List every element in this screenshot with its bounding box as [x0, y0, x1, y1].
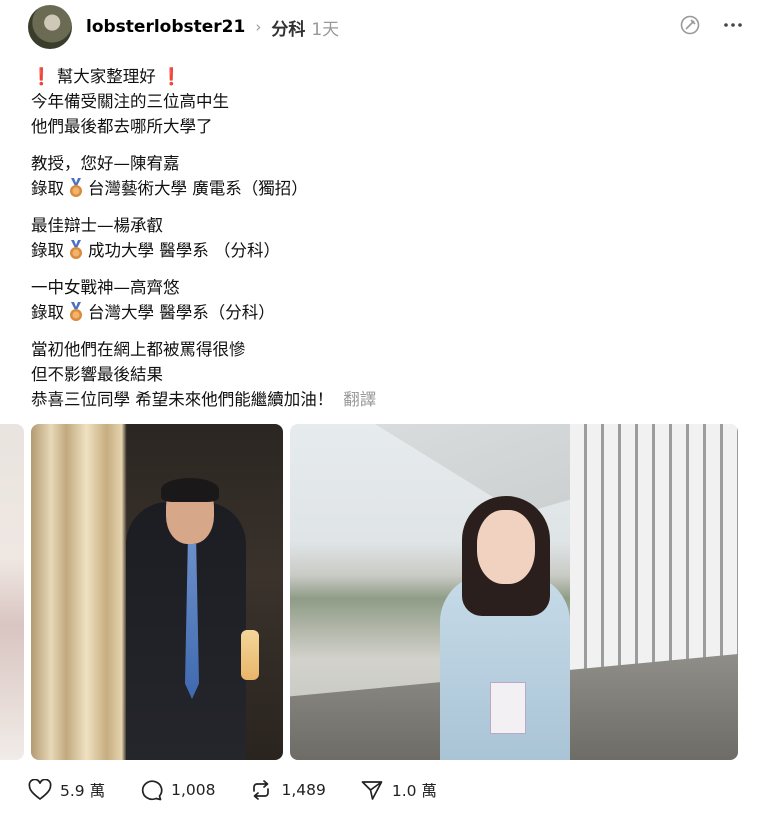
like-button[interactable]: 5.9 萬 [28, 779, 105, 801]
entry: 最佳辯士—楊承叡 錄取 成功大學 醫學系 （分科） [31, 213, 731, 263]
photo-figure [161, 478, 219, 502]
image-carousel[interactable] [0, 424, 765, 760]
entry-prefix: 錄取 [31, 241, 64, 260]
translate-link[interactable]: 翻譯 [343, 390, 376, 409]
share-button[interactable]: 1.0 萬 [360, 779, 437, 801]
share-count: 1.0 萬 [391, 782, 437, 800]
carousel-image-corridor[interactable] [290, 424, 738, 760]
chevron-right-icon: › [255, 18, 262, 36]
comment-count: 1,008 [171, 781, 216, 799]
intro-line: 今年備受關注的三位高中生 [31, 92, 229, 111]
closing-line: 當初他們在網上都被罵得很慘 [31, 340, 246, 359]
entry: 一中女戰神—高齊悠 錄取 台灣大學 醫學系（分科） [31, 275, 731, 325]
more-icon[interactable] [723, 22, 743, 28]
post-text: ❗ 幫大家整理好 ❗ 今年備受關注的三位高中生 他們最後都去哪所大學了 教授，您… [31, 64, 731, 424]
title-text: 幫大家整理好 [56, 67, 156, 86]
entry-detail: 錄取 成功大學 醫學系 （分科） [31, 238, 731, 263]
exclamation-icon: ❗ [31, 67, 52, 86]
action-bar: 5.9 萬 1,008 1,489 1.0 萬 [28, 776, 471, 804]
repost-count: 1,489 [281, 781, 326, 799]
entry-title: 一中女戰神—高齊悠 [31, 278, 180, 297]
entry-prefix: 錄取 [31, 179, 64, 198]
photo-figure [477, 510, 535, 584]
send-icon [361, 781, 383, 800]
photo-badge [490, 682, 526, 734]
carousel-image-previous[interactable] [0, 424, 24, 760]
closing-text: 恭喜三位同學 希望未來他們能繼續加油！ [31, 390, 334, 409]
repost-icon [253, 780, 270, 800]
title-line: ❗ 幫大家整理好 ❗ [31, 64, 731, 89]
medal-icon [70, 240, 82, 259]
medal-icon [70, 302, 82, 321]
stamp-icon[interactable] [679, 14, 701, 36]
username[interactable]: lobsterlobster21 [86, 17, 245, 37]
exclamation-icon: ❗ [161, 67, 182, 86]
entry-school: 成功大學 醫學系 （分科） [88, 241, 280, 260]
medal-icon [70, 178, 82, 197]
entry-title: 教授，您好—陳宥嘉 [31, 154, 180, 173]
entry-detail: 錄取 台灣大學 醫學系（分科） [31, 300, 731, 325]
comment-button[interactable]: 1,008 [139, 779, 215, 801]
heart-icon [28, 779, 52, 801]
intro-paragraph: ❗ 幫大家整理好 ❗ 今年備受關注的三位高中生 他們最後都去哪所大學了 [31, 64, 731, 139]
entry-detail: 錄取 台灣藝術大學 廣電系（獨招） [31, 176, 731, 201]
intro-line: 他們最後都去哪所大學了 [31, 117, 213, 136]
photo-lamp [241, 630, 259, 680]
post-time: 1天 [311, 19, 340, 40]
closing-paragraph: 當初他們在網上都被罵得很慘 但不影響最後結果 恭喜三位同學 希望未來他們能繼續加… [31, 337, 731, 412]
comment-icon [141, 780, 163, 801]
entry-school: 台灣大學 醫學系（分科） [88, 303, 275, 322]
avatar[interactable] [28, 5, 72, 49]
entry-title: 最佳辯士—楊承叡 [31, 216, 163, 235]
closing-line: 但不影響最後結果 [31, 365, 163, 384]
entry: 教授，您好—陳宥嘉 錄取 台灣藝術大學 廣電系（獨招） [31, 151, 731, 201]
post-header: lobsterlobster21 › 分科 1天 [28, 4, 743, 50]
carousel-image-suit-selfie[interactable] [31, 424, 283, 760]
like-count: 5.9 萬 [60, 782, 106, 800]
entry-school: 台灣藝術大學 廣電系（獨招） [88, 179, 308, 198]
topic-tag[interactable]: 分科 [271, 15, 305, 40]
closing-line: 恭喜三位同學 希望未來他們能繼續加油！ 翻譯 [31, 387, 731, 412]
entry-prefix: 錄取 [31, 303, 64, 322]
repost-button[interactable]: 1,489 [249, 779, 326, 801]
